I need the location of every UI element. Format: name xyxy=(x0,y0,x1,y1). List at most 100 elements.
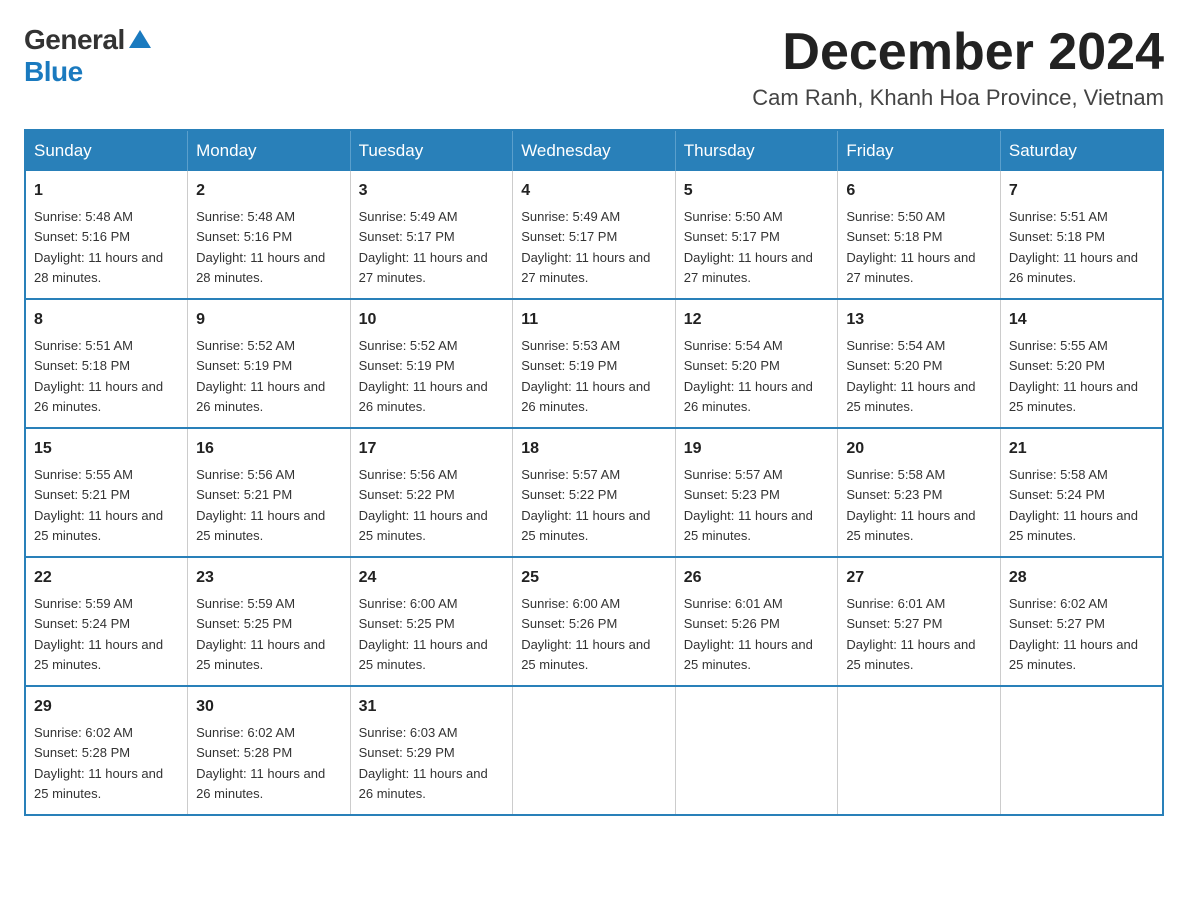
calendar-cell xyxy=(1000,686,1163,815)
day-info: Sunrise: 5:54 AMSunset: 5:20 PMDaylight:… xyxy=(846,338,975,414)
calendar-cell: 28 Sunrise: 6:02 AMSunset: 5:27 PMDaylig… xyxy=(1000,557,1163,686)
day-info: Sunrise: 6:00 AMSunset: 5:26 PMDaylight:… xyxy=(521,596,650,672)
day-number: 19 xyxy=(684,437,830,461)
calendar-week-row: 8 Sunrise: 5:51 AMSunset: 5:18 PMDayligh… xyxy=(25,299,1163,428)
calendar-cell: 18 Sunrise: 5:57 AMSunset: 5:22 PMDaylig… xyxy=(513,428,676,557)
day-number: 8 xyxy=(34,308,179,332)
calendar-cell xyxy=(838,686,1001,815)
logo-general: General xyxy=(24,24,125,56)
day-info: Sunrise: 5:56 AMSunset: 5:21 PMDaylight:… xyxy=(196,467,325,543)
title-section: December 2024 Cam Ranh, Khanh Hoa Provin… xyxy=(752,24,1164,111)
day-number: 14 xyxy=(1009,308,1154,332)
calendar-cell: 6 Sunrise: 5:50 AMSunset: 5:18 PMDayligh… xyxy=(838,171,1001,299)
header-tuesday: Tuesday xyxy=(350,130,513,171)
day-number: 15 xyxy=(34,437,179,461)
header-sunday: Sunday xyxy=(25,130,188,171)
day-info: Sunrise: 5:57 AMSunset: 5:22 PMDaylight:… xyxy=(521,467,650,543)
day-number: 3 xyxy=(359,179,505,203)
day-number: 31 xyxy=(359,695,505,719)
header-friday: Friday xyxy=(838,130,1001,171)
day-info: Sunrise: 6:01 AMSunset: 5:27 PMDaylight:… xyxy=(846,596,975,672)
day-info: Sunrise: 5:56 AMSunset: 5:22 PMDaylight:… xyxy=(359,467,488,543)
day-info: Sunrise: 6:02 AMSunset: 5:28 PMDaylight:… xyxy=(34,725,163,801)
day-info: Sunrise: 5:50 AMSunset: 5:17 PMDaylight:… xyxy=(684,209,813,285)
day-info: Sunrise: 5:55 AMSunset: 5:20 PMDaylight:… xyxy=(1009,338,1138,414)
day-info: Sunrise: 5:48 AMSunset: 5:16 PMDaylight:… xyxy=(196,209,325,285)
day-number: 22 xyxy=(34,566,179,590)
day-number: 12 xyxy=(684,308,830,332)
calendar-week-row: 29 Sunrise: 6:02 AMSunset: 5:28 PMDaylig… xyxy=(25,686,1163,815)
calendar-cell: 25 Sunrise: 6:00 AMSunset: 5:26 PMDaylig… xyxy=(513,557,676,686)
calendar-cell: 26 Sunrise: 6:01 AMSunset: 5:26 PMDaylig… xyxy=(675,557,838,686)
day-number: 6 xyxy=(846,179,992,203)
day-info: Sunrise: 5:59 AMSunset: 5:24 PMDaylight:… xyxy=(34,596,163,672)
calendar-cell: 3 Sunrise: 5:49 AMSunset: 5:17 PMDayligh… xyxy=(350,171,513,299)
day-number: 10 xyxy=(359,308,505,332)
day-info: Sunrise: 5:58 AMSunset: 5:23 PMDaylight:… xyxy=(846,467,975,543)
day-info: Sunrise: 5:48 AMSunset: 5:16 PMDaylight:… xyxy=(34,209,163,285)
weekday-header-row: Sunday Monday Tuesday Wednesday Thursday… xyxy=(25,130,1163,171)
calendar-cell: 17 Sunrise: 5:56 AMSunset: 5:22 PMDaylig… xyxy=(350,428,513,557)
day-info: Sunrise: 5:57 AMSunset: 5:23 PMDaylight:… xyxy=(684,467,813,543)
day-number: 13 xyxy=(846,308,992,332)
calendar-cell: 7 Sunrise: 5:51 AMSunset: 5:18 PMDayligh… xyxy=(1000,171,1163,299)
header-saturday: Saturday xyxy=(1000,130,1163,171)
calendar-cell: 19 Sunrise: 5:57 AMSunset: 5:23 PMDaylig… xyxy=(675,428,838,557)
day-info: Sunrise: 6:01 AMSunset: 5:26 PMDaylight:… xyxy=(684,596,813,672)
calendar-cell: 21 Sunrise: 5:58 AMSunset: 5:24 PMDaylig… xyxy=(1000,428,1163,557)
calendar-cell: 16 Sunrise: 5:56 AMSunset: 5:21 PMDaylig… xyxy=(188,428,351,557)
day-info: Sunrise: 5:49 AMSunset: 5:17 PMDaylight:… xyxy=(359,209,488,285)
location-subtitle: Cam Ranh, Khanh Hoa Province, Vietnam xyxy=(752,85,1164,111)
calendar-cell: 5 Sunrise: 5:50 AMSunset: 5:17 PMDayligh… xyxy=(675,171,838,299)
day-info: Sunrise: 6:03 AMSunset: 5:29 PMDaylight:… xyxy=(359,725,488,801)
calendar-cell: 2 Sunrise: 5:48 AMSunset: 5:16 PMDayligh… xyxy=(188,171,351,299)
logo-blue: Blue xyxy=(24,56,83,88)
calendar-week-row: 22 Sunrise: 5:59 AMSunset: 5:24 PMDaylig… xyxy=(25,557,1163,686)
day-number: 7 xyxy=(1009,179,1154,203)
day-number: 26 xyxy=(684,566,830,590)
calendar-cell xyxy=(513,686,676,815)
day-number: 9 xyxy=(196,308,342,332)
day-number: 5 xyxy=(684,179,830,203)
calendar-cell: 27 Sunrise: 6:01 AMSunset: 5:27 PMDaylig… xyxy=(838,557,1001,686)
calendar-cell: 23 Sunrise: 5:59 AMSunset: 5:25 PMDaylig… xyxy=(188,557,351,686)
day-number: 18 xyxy=(521,437,667,461)
day-number: 30 xyxy=(196,695,342,719)
day-number: 21 xyxy=(1009,437,1154,461)
day-info: Sunrise: 5:49 AMSunset: 5:17 PMDaylight:… xyxy=(521,209,650,285)
day-info: Sunrise: 5:52 AMSunset: 5:19 PMDaylight:… xyxy=(196,338,325,414)
calendar-cell: 9 Sunrise: 5:52 AMSunset: 5:19 PMDayligh… xyxy=(188,299,351,428)
calendar-cell: 31 Sunrise: 6:03 AMSunset: 5:29 PMDaylig… xyxy=(350,686,513,815)
calendar-cell: 24 Sunrise: 6:00 AMSunset: 5:25 PMDaylig… xyxy=(350,557,513,686)
calendar-cell: 11 Sunrise: 5:53 AMSunset: 5:19 PMDaylig… xyxy=(513,299,676,428)
day-info: Sunrise: 5:54 AMSunset: 5:20 PMDaylight:… xyxy=(684,338,813,414)
calendar-cell: 13 Sunrise: 5:54 AMSunset: 5:20 PMDaylig… xyxy=(838,299,1001,428)
day-info: Sunrise: 5:51 AMSunset: 5:18 PMDaylight:… xyxy=(34,338,163,414)
day-number: 4 xyxy=(521,179,667,203)
calendar-cell: 20 Sunrise: 5:58 AMSunset: 5:23 PMDaylig… xyxy=(838,428,1001,557)
day-info: Sunrise: 5:55 AMSunset: 5:21 PMDaylight:… xyxy=(34,467,163,543)
day-info: Sunrise: 6:00 AMSunset: 5:25 PMDaylight:… xyxy=(359,596,488,672)
day-number: 27 xyxy=(846,566,992,590)
header-wednesday: Wednesday xyxy=(513,130,676,171)
day-number: 20 xyxy=(846,437,992,461)
day-info: Sunrise: 5:53 AMSunset: 5:19 PMDaylight:… xyxy=(521,338,650,414)
day-number: 2 xyxy=(196,179,342,203)
day-number: 28 xyxy=(1009,566,1154,590)
calendar-cell: 29 Sunrise: 6:02 AMSunset: 5:28 PMDaylig… xyxy=(25,686,188,815)
day-number: 16 xyxy=(196,437,342,461)
day-info: Sunrise: 5:58 AMSunset: 5:24 PMDaylight:… xyxy=(1009,467,1138,543)
calendar-week-row: 1 Sunrise: 5:48 AMSunset: 5:16 PMDayligh… xyxy=(25,171,1163,299)
calendar-cell xyxy=(675,686,838,815)
header-monday: Monday xyxy=(188,130,351,171)
day-info: Sunrise: 6:02 AMSunset: 5:28 PMDaylight:… xyxy=(196,725,325,801)
calendar-table: Sunday Monday Tuesday Wednesday Thursday… xyxy=(24,129,1164,816)
day-number: 25 xyxy=(521,566,667,590)
calendar-cell: 22 Sunrise: 5:59 AMSunset: 5:24 PMDaylig… xyxy=(25,557,188,686)
logo: General Blue xyxy=(24,24,151,88)
logo-triangle-icon xyxy=(129,28,151,50)
calendar-cell: 8 Sunrise: 5:51 AMSunset: 5:18 PMDayligh… xyxy=(25,299,188,428)
calendar-cell: 12 Sunrise: 5:54 AMSunset: 5:20 PMDaylig… xyxy=(675,299,838,428)
calendar-cell: 14 Sunrise: 5:55 AMSunset: 5:20 PMDaylig… xyxy=(1000,299,1163,428)
day-number: 11 xyxy=(521,308,667,332)
